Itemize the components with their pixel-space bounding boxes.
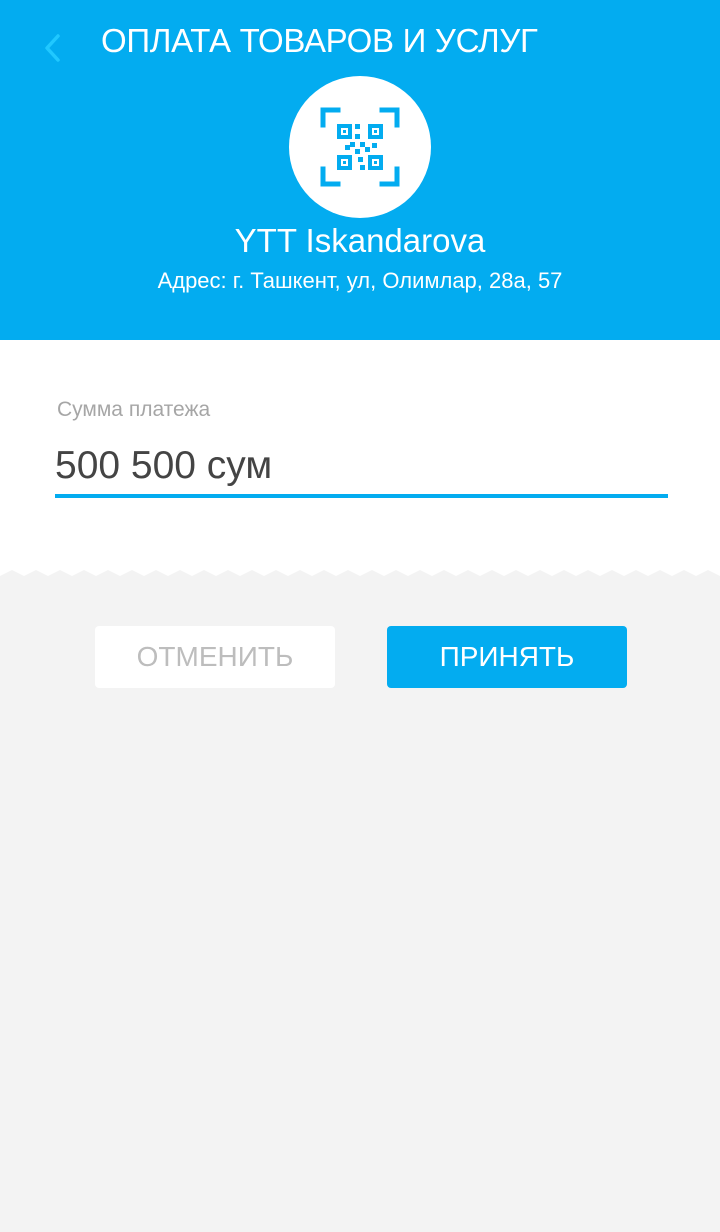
page-title: ОПЛАТА ТОВАРОВ И УСЛУГ [101,22,538,59]
amount-label: Сумма платежа [57,398,211,421]
qr-code-scan-icon [320,107,400,187]
amount-input[interactable] [55,436,668,496]
merchant-address: Адрес: г. Ташкент, ул, Олимлар, 28а, 57 [157,268,563,293]
chevron-left-icon [45,34,60,62]
back-button[interactable] [28,24,76,72]
cancel-button[interactable]: ОТМЕНИТЬ [95,626,335,688]
accept-button[interactable]: ПРИНЯТЬ [387,626,627,688]
payment-screen: ОПЛАТА ТОВАРОВ И УСЛУГ YTT Iskandarova А… [0,0,720,1232]
header: ОПЛАТА ТОВАРОВ И УСЛУГ YTT Iskandarova А… [0,0,720,340]
qr-avatar [289,76,431,218]
torn-edge-divider [0,568,720,576]
merchant-name: YTT Iskandarova [234,222,486,259]
amount-underline [55,494,668,498]
